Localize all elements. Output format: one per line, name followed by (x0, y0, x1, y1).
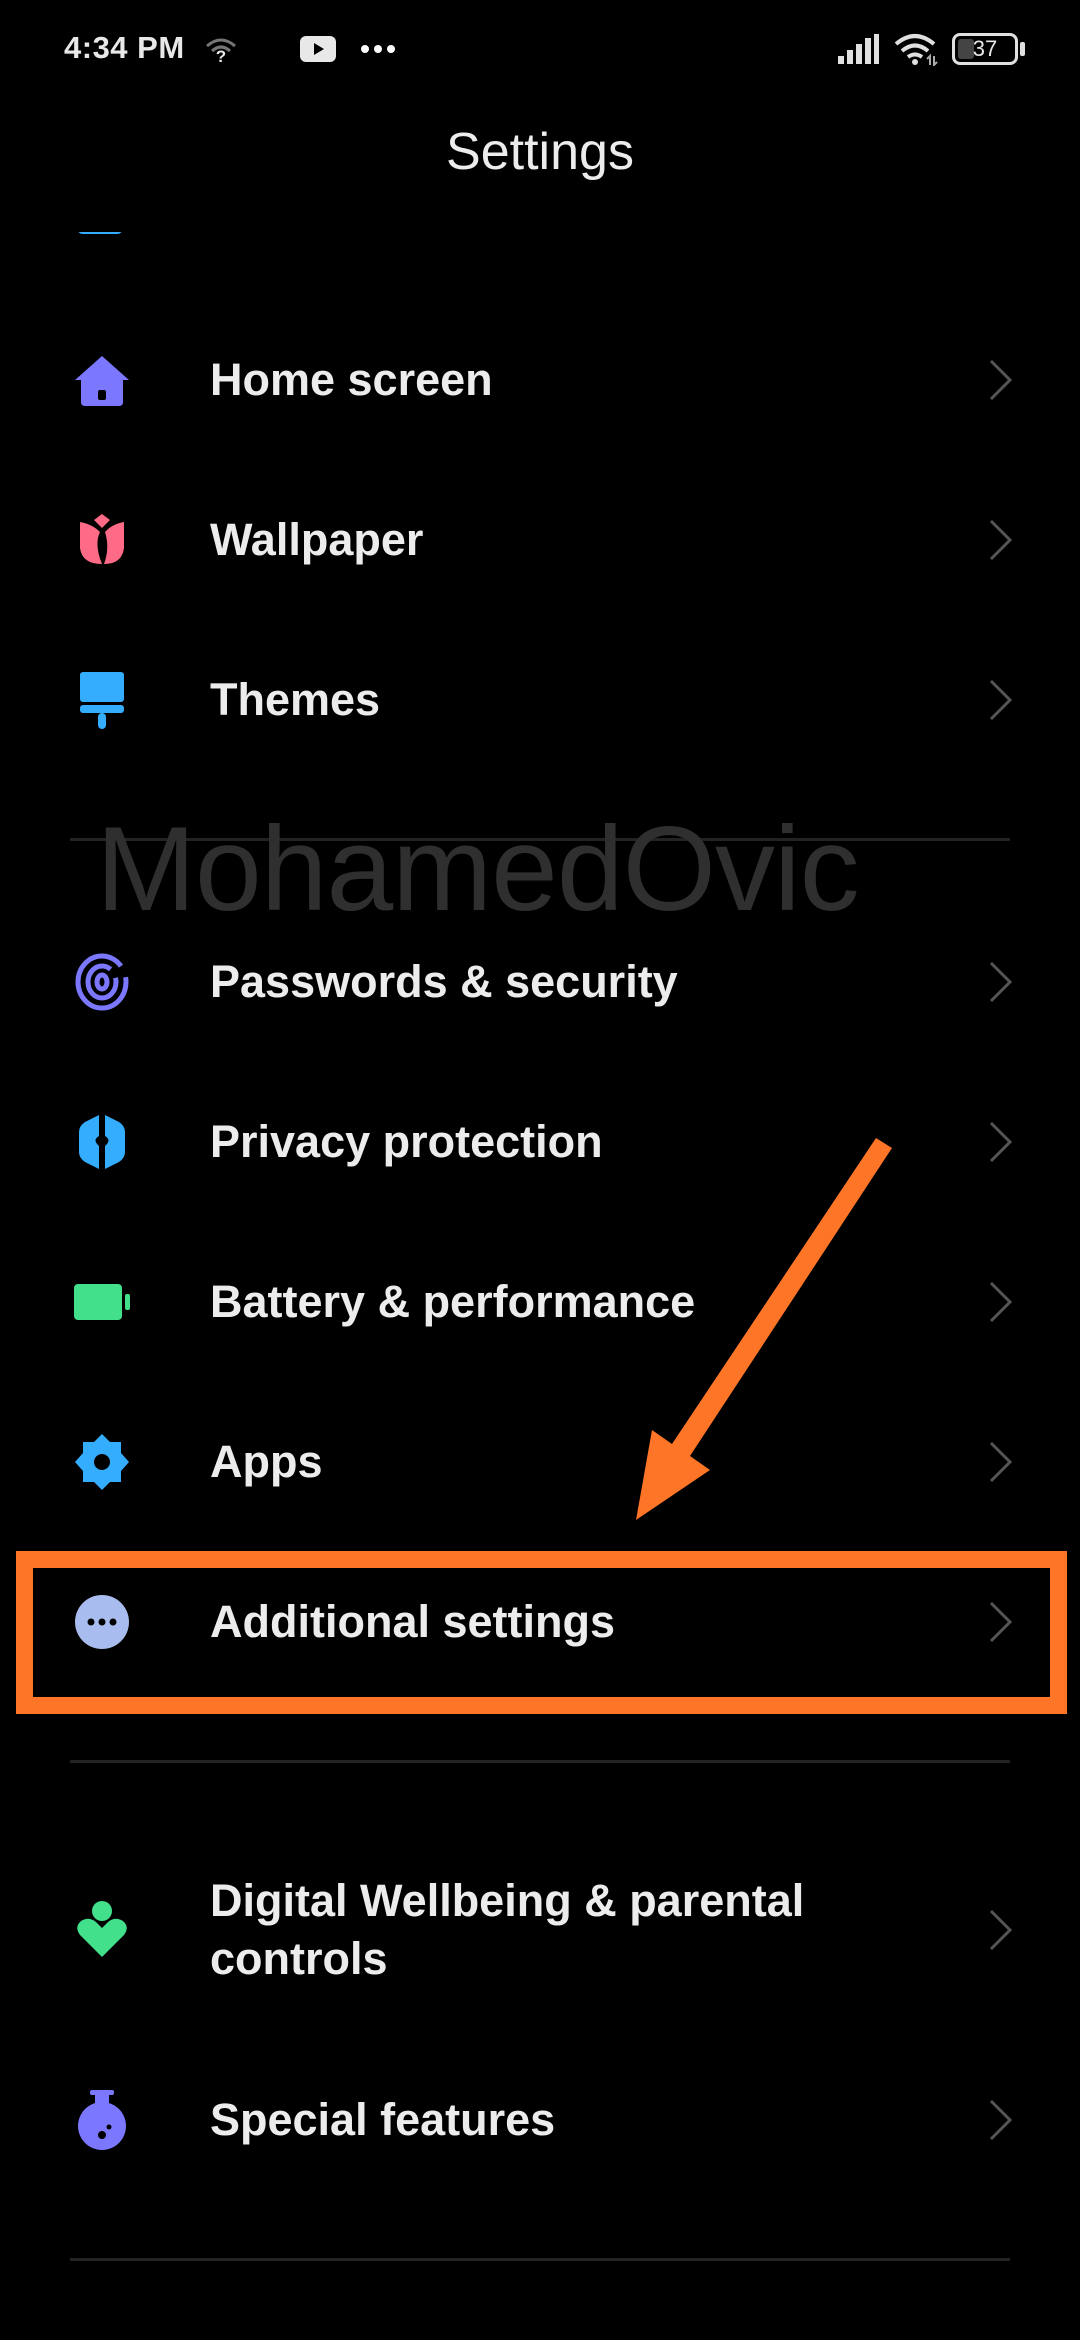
settings-item-label: Privacy protection (210, 1116, 603, 1167)
wifi-unknown-icon: ? (206, 38, 236, 64)
section-divider (70, 2258, 1010, 2261)
chevron-right-icon (989, 359, 1013, 401)
chevron-right-icon (989, 519, 1013, 561)
settings-item-label: Additional settings (210, 1596, 615, 1647)
fingerprint-icon (75, 953, 129, 1011)
svg-text:?: ? (216, 47, 226, 64)
page-title: Settings (446, 123, 634, 181)
gear-icon (75, 1434, 129, 1490)
settings-item-label: Themes (210, 674, 381, 725)
settings-item-additional-settings[interactable]: Additional settings (0, 1542, 1080, 1702)
page-header: Settings (0, 100, 1080, 232)
home-icon (75, 356, 129, 406)
tulip-icon (80, 514, 124, 564)
settings-item-privacy-protection[interactable]: Privacy protection (0, 1062, 1080, 1222)
status-bar: 4:34 PM ? 37 (0, 0, 1080, 100)
battery-tip (1020, 42, 1025, 56)
paintbrush-icon (80, 672, 124, 729)
watermark: MohamedOvic (96, 802, 860, 936)
chevron-right-icon (989, 1281, 1013, 1323)
settings-item-apps[interactable]: Apps (0, 1382, 1080, 1542)
settings-item-digital-wellbeing[interactable]: Digital Wellbeing & parental controls (0, 1850, 1080, 2010)
settings-item-label: Wallpaper (210, 514, 424, 565)
settings-item-label: Special features (210, 2094, 556, 2145)
chevron-right-icon (989, 1601, 1013, 1643)
settings-item-themes[interactable]: Themes (0, 620, 1080, 780)
settings-item-label: Battery & performance (210, 1276, 696, 1327)
settings-item-label: Digital Wellbeing & parental controls (210, 1875, 805, 1984)
battery-level: 37 (972, 36, 998, 61)
battery-indicator: 37 (952, 33, 1018, 65)
youtube-icon (300, 36, 336, 62)
settings-item-label: Apps (210, 1436, 323, 1487)
privacy-shield-icon (79, 1115, 125, 1169)
more-dots-icon (75, 1595, 129, 1649)
more-notifications-icon (361, 45, 395, 53)
wellbeing-icon (77, 1901, 127, 1957)
chevron-right-icon (989, 1121, 1013, 1163)
settings-item-label: Passwords & security (210, 956, 678, 1007)
settings-item-wallpaper[interactable]: Wallpaper (0, 460, 1080, 620)
status-time: 4:34 PM (64, 30, 185, 65)
settings-item-home-screen[interactable]: Home screen (0, 300, 1080, 460)
wifi-icon (894, 34, 938, 66)
settings-item-label: Home screen (210, 354, 493, 405)
chevron-right-icon (989, 679, 1013, 721)
section-divider (70, 1760, 1010, 1763)
flask-icon (78, 2090, 126, 2150)
signal-icon (838, 34, 879, 64)
chevron-right-icon (989, 961, 1013, 1003)
settings-item-special-features[interactable]: Special features (0, 2040, 1080, 2200)
chevron-right-icon (989, 1441, 1013, 1483)
battery-icon (74, 1284, 130, 1320)
settings-item-battery-performance[interactable]: Battery & performance (0, 1222, 1080, 1382)
settings-list[interactable]: Notifications Home screen Wallpaper Them… (0, 0, 1080, 2340)
chevron-right-icon (989, 1909, 1013, 1951)
chevron-right-icon (989, 2099, 1013, 2141)
